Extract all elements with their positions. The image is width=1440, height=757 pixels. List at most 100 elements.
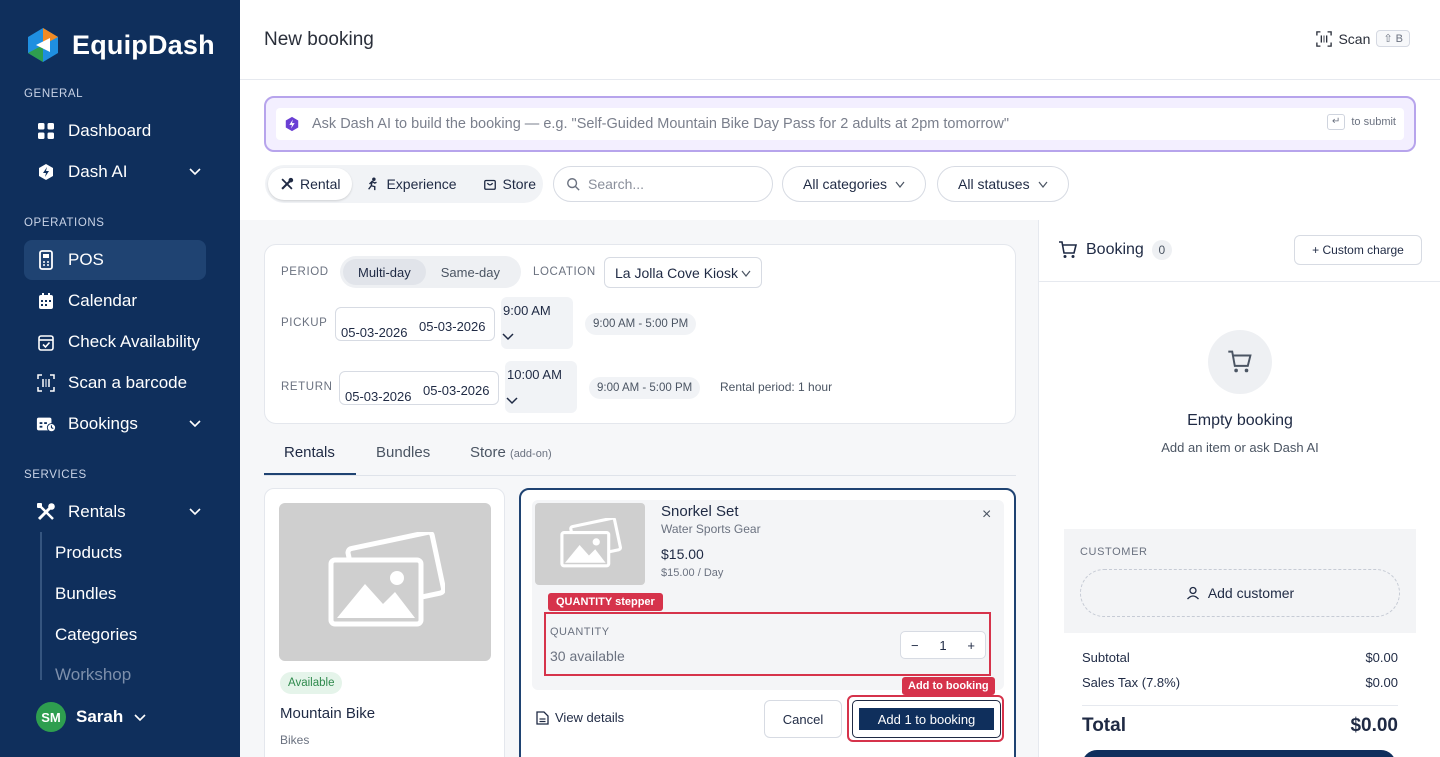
tab-rentals[interactable]: Rentals — [284, 444, 335, 461]
divider — [1082, 705, 1398, 706]
status-badge: Available — [280, 672, 343, 694]
quantity-stepper: − 1 + — [900, 631, 986, 659]
barcode-scan-icon — [36, 373, 56, 393]
add-to-booking-button[interactable]: Add 1 to booking — [852, 700, 1001, 738]
sidebar-item-label: Rentals — [68, 502, 126, 521]
enter-key-icon: ↵ — [1326, 114, 1346, 130]
type-experience-label: Experience — [386, 176, 457, 192]
add-to-booking-label: Add 1 to booking — [859, 708, 994, 730]
sidebar-subitem-workshop[interactable]: Workshop — [55, 665, 131, 685]
tab-store[interactable]: Store (add-on) — [470, 444, 552, 461]
pickup-time-select[interactable]: 9:00 AM — [501, 297, 573, 349]
search-input[interactable]: Search... — [553, 166, 773, 202]
return-date-input[interactable]: 05-03-2026 05-03-2026 — [339, 371, 499, 405]
total-label: Total — [1082, 715, 1126, 736]
categories-dropdown[interactable]: All categories — [782, 166, 927, 202]
add-customer-button[interactable]: Add customer — [1080, 569, 1400, 617]
subtotal-label: Subtotal — [1082, 650, 1130, 665]
return-time-value: 10:00 AM — [507, 367, 562, 382]
submit-hint: ↵ to submit — [1326, 114, 1396, 130]
chevron-down-icon — [895, 181, 905, 188]
statuses-value: All statuses — [958, 176, 1030, 192]
subtotal-row: Subtotal $0.00 — [1082, 650, 1398, 665]
statuses-dropdown[interactable]: All statuses — [937, 166, 1069, 202]
close-icon[interactable]: × — [982, 506, 991, 524]
type-experience[interactable]: Experience — [354, 168, 468, 200]
period-same-day[interactable]: Same-day — [426, 259, 515, 285]
checkout-button[interactable] — [1082, 750, 1396, 757]
quantity-value[interactable]: 1 — [939, 638, 946, 653]
sidebar-item-dashboard[interactable]: Dashboard — [24, 111, 206, 151]
document-icon — [536, 710, 549, 725]
cart-icon — [1059, 241, 1078, 258]
chevron-down-icon — [502, 333, 514, 341]
pickup-date-input[interactable]: 05-03-2026 05-03-2026 — [335, 307, 495, 341]
sidebar-subitem-products[interactable]: Products — [55, 543, 122, 563]
sidebar-subitem-bundles[interactable]: Bundles — [55, 584, 116, 604]
pickup-date-value: 05-03-2026 — [341, 325, 408, 340]
selected-product-name: Snorkel Set — [661, 503, 739, 520]
quantity-label: QUANTITY — [550, 626, 610, 638]
brand-name: EquipDash — [72, 29, 215, 60]
total-row: Total $0.00 — [1082, 715, 1398, 737]
barcode-scan-icon — [1316, 30, 1333, 47]
chevron-down-icon — [134, 714, 146, 722]
ai-hexagon-icon — [285, 116, 299, 132]
sidebar-item-label: Bookings — [68, 414, 138, 433]
sidebar-item-label: Dash AI — [68, 162, 128, 181]
product-card[interactable]: Available Mountain Bike Bikes — [264, 488, 505, 757]
type-rental[interactable]: Rental — [268, 168, 353, 200]
return-hours: 9:00 AM - 5:00 PM — [589, 377, 701, 399]
cancel-button[interactable]: Cancel — [764, 700, 842, 738]
custom-charge-button[interactable]: + Custom charge — [1294, 235, 1422, 265]
location-select[interactable]: La Jolla Cove Kiosk — [604, 257, 762, 288]
view-details-link[interactable]: View details — [536, 710, 624, 725]
header: New booking Scan ⇧ B — [240, 0, 1440, 80]
dash-ai-input[interactable]: Ask Dash AI to build the booking — e.g. … — [276, 108, 1404, 140]
type-rental-label: Rental — [300, 176, 341, 192]
brand[interactable]: EquipDash — [24, 26, 215, 64]
tax-value: $0.00 — [1365, 675, 1398, 690]
user-menu[interactable]: SM Sarah — [36, 702, 147, 732]
pickup-hours: 9:00 AM - 5:00 PM — [585, 313, 697, 335]
person-running-icon — [368, 177, 378, 191]
submit-hint-text: to submit — [1351, 116, 1396, 128]
pos-terminal-icon — [36, 250, 56, 270]
user-name: Sarah — [76, 707, 124, 726]
subtotal-value: $0.00 — [1365, 650, 1398, 665]
sidebar-item-dash-ai[interactable]: Dash AI — [24, 152, 206, 192]
tools-icon — [36, 502, 56, 522]
chevron-down-icon — [741, 270, 751, 277]
active-tab-indicator — [264, 473, 356, 475]
return-date-value: 05-03-2026 — [345, 389, 412, 404]
submenu-rail — [40, 532, 42, 680]
avatar: SM — [36, 702, 66, 732]
user-icon — [1186, 586, 1199, 600]
sidebar-item-check-availability[interactable]: Check Availability — [24, 322, 206, 362]
add-customer-label: Add customer — [1207, 585, 1295, 601]
increment-button[interactable]: + — [967, 638, 975, 653]
tab-bundles[interactable]: Bundles — [376, 444, 430, 461]
period-label: PERIOD — [281, 266, 329, 278]
shopping-bag-icon — [483, 179, 496, 190]
dash-ai-input-container: Ask Dash AI to build the booking — e.g. … — [264, 96, 1416, 152]
tax-label: Sales Tax (7.8%) — [1082, 675, 1181, 690]
sidebar-item-label: POS — [68, 250, 104, 269]
sidebar-item-label: Scan a barcode — [68, 373, 188, 392]
period-multi-day[interactable]: Multi-day — [343, 259, 426, 285]
sidebar-item-scan-barcode[interactable]: Scan a barcode — [24, 363, 206, 403]
section-title-services: SERVICES — [24, 469, 87, 481]
sidebar-item-pos[interactable]: POS — [24, 240, 206, 280]
calendar-icon — [36, 291, 56, 311]
pickup-label: PICKUP — [281, 317, 328, 329]
quantity-section: QUANTITY 30 available − 1 + — [544, 612, 991, 676]
sidebar-item-calendar[interactable]: Calendar — [24, 281, 206, 321]
sidebar-item-bookings[interactable]: Bookings — [24, 404, 206, 444]
scan-button[interactable]: Scan ⇧ B — [1316, 30, 1410, 47]
decrement-button[interactable]: − — [911, 638, 919, 653]
return-time-select[interactable]: 10:00 AM — [505, 361, 577, 413]
sidebar-item-rentals[interactable]: Rentals — [24, 492, 206, 532]
type-store[interactable]: Store — [471, 168, 548, 200]
section-title-general: GENERAL — [24, 88, 84, 100]
sidebar-subitem-categories[interactable]: Categories — [55, 625, 137, 645]
